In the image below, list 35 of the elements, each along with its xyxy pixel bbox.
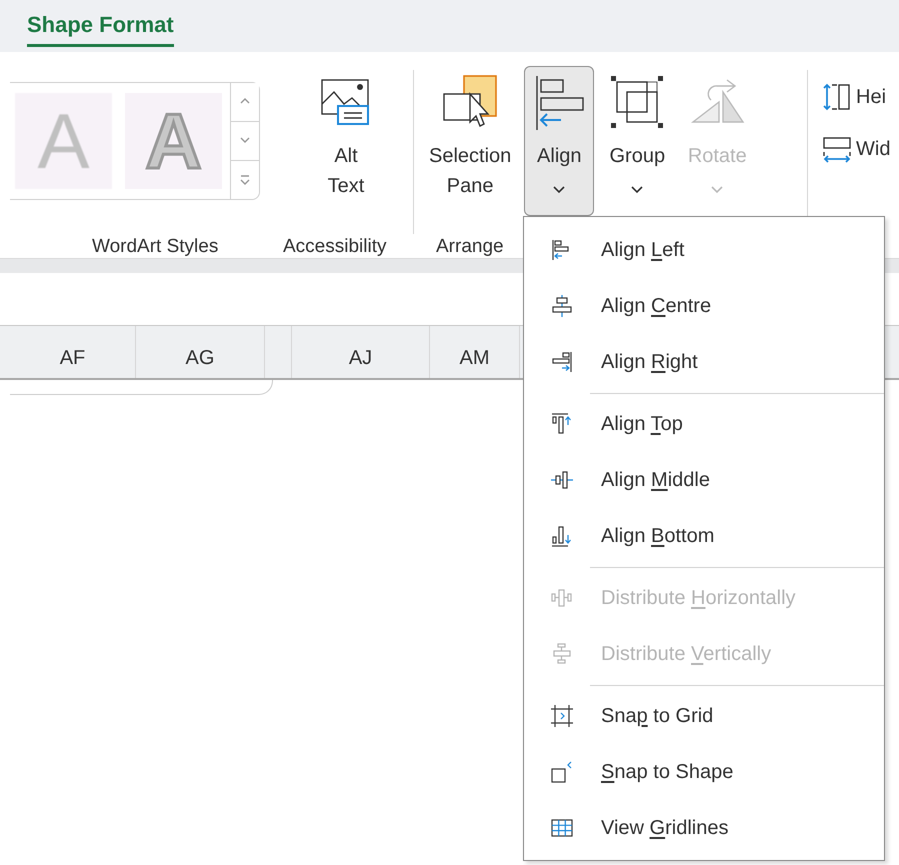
column-header[interactable]: AM: [430, 326, 520, 378]
height-icon: [822, 82, 852, 112]
size-label[interactable]: Wid: [856, 138, 890, 160]
menu-item[interactable]: Align Right: [524, 334, 884, 390]
chevron-down-icon: [553, 186, 566, 194]
menu-item[interactable]: View Gridlines: [524, 800, 884, 856]
snap-shape-icon: [550, 760, 574, 784]
column-header[interactable]: AF: [10, 326, 136, 378]
menu-item[interactable]: Align Top: [524, 396, 884, 452]
menu-item[interactable]: Snap to Grid: [524, 688, 884, 744]
menu-item[interactable]: Align Left: [524, 222, 884, 278]
group-label: Arrange: [436, 235, 504, 258]
group-button[interactable]: Group: [600, 66, 674, 216]
menu-item[interactable]: Align Middle: [524, 452, 884, 508]
align-right-icon: [550, 350, 574, 374]
scroll-up-button[interactable]: [231, 83, 259, 122]
menu-item[interactable]: Align Centre: [524, 278, 884, 334]
chevron-down-icon: [711, 186, 724, 194]
menu-item[interactable]: Snap to Shape: [524, 744, 884, 800]
align-top-icon: [550, 412, 574, 436]
alt-text-button[interactable]: Alt Text: [311, 66, 381, 216]
chevron-down-icon: [631, 186, 644, 194]
align-button[interactable]: Align: [524, 66, 594, 216]
size-label[interactable]: Hei: [856, 86, 886, 108]
menu-item[interactable]: Align Bottom: [524, 508, 884, 564]
selection-pane-button[interactable]: Selection Pane: [422, 66, 518, 216]
more-icon: [239, 175, 251, 185]
align-center-icon: [550, 294, 574, 318]
column-header[interactable]: AG: [136, 326, 265, 378]
snap-grid-icon: [550, 704, 574, 728]
column-header[interactable]: AJ: [292, 326, 430, 378]
ribbon-tab[interactable]: Shape Format: [27, 12, 174, 47]
group-label: Accessibility: [283, 235, 386, 258]
align-bottom-icon: [550, 524, 574, 548]
group-label: WordArt Styles: [92, 235, 218, 258]
